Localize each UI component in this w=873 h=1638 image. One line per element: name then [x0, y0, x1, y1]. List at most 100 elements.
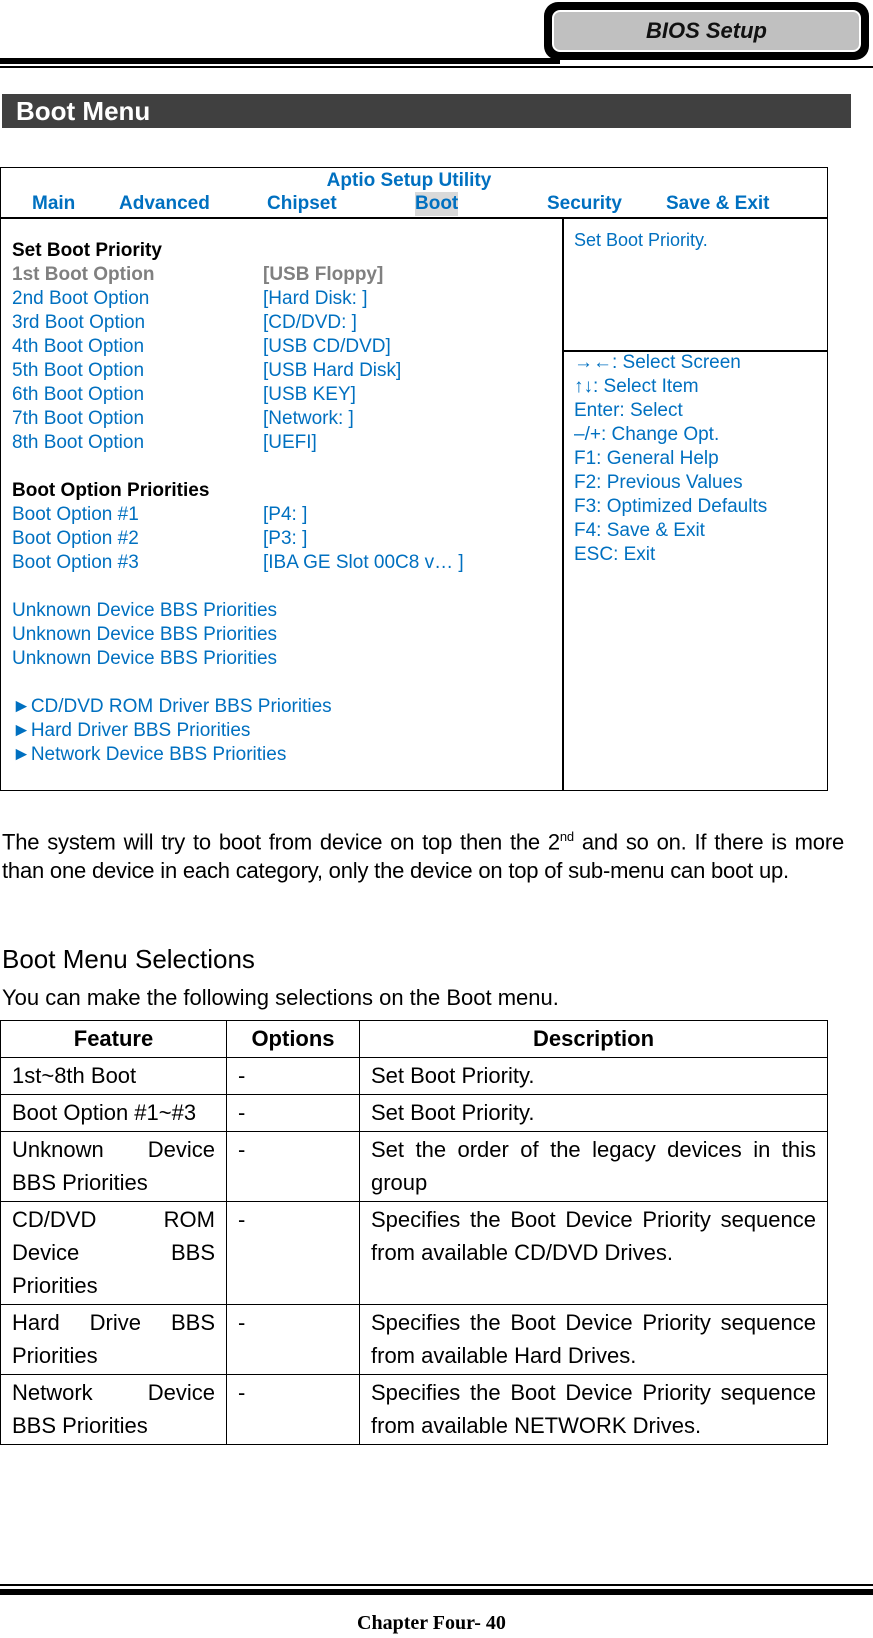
boot-option-row[interactable]: 8th Boot Option [UEFI] [12, 431, 557, 455]
boot-option-label: 1st Boot Option [12, 264, 155, 285]
submenu-label: Hard Driver BBS Priorities [30, 720, 251, 741]
submenu-cd-dvd[interactable]: ►CD/DVD ROM Driver BBS Priorities [12, 695, 557, 719]
priority-option-value[interactable]: [IBA GE Slot 00C8 v… ] [263, 551, 464, 575]
tab-save-exit[interactable]: Save & Exit [666, 192, 770, 216]
boot-option-row[interactable]: 5th Boot Option [USB Hard Disk] [12, 359, 557, 383]
bios-divider-horizontal [1, 217, 827, 219]
priority-option-label: Boot Option #3 [12, 552, 139, 573]
table-row: Network Device BBS Priorities - Specifie… [0, 1374, 828, 1445]
boot-option-label: 4th Boot Option [12, 336, 145, 357]
cell-description: Specifies the Boot Device Priority seque… [359, 1201, 828, 1305]
cell-options: - [226, 1094, 360, 1132]
paragraph-superscript: nd [559, 829, 574, 844]
submenu-arrow-icon: ► [12, 696, 31, 717]
header-rule-thick [0, 58, 560, 64]
priority-option-row[interactable]: Boot Option #1 [P4: ] [12, 503, 557, 527]
cell-options: - [226, 1201, 360, 1305]
cell-description: Set Boot Priority. [359, 1094, 828, 1132]
key-help-item: F1: General Help [574, 448, 719, 469]
table-header-row: Feature Options Description [0, 1020, 828, 1058]
header-tab: BIOS Setup [544, 2, 869, 60]
key-help-item: ESC: Exit [574, 544, 656, 565]
key-help-item: F2: Previous Values [574, 472, 743, 493]
boot-option-label: 6th Boot Option [12, 384, 145, 405]
submenu-arrow-icon: ► [12, 744, 31, 765]
boot-option-row[interactable]: 2nd Boot Option [Hard Disk: ] [12, 287, 557, 311]
priority-option-row[interactable]: Boot Option #2 [P3: ] [12, 527, 557, 551]
bios-settings-panel: Set Boot Priority 1st Boot Option [USB F… [12, 239, 557, 767]
cell-description: Specifies the Boot Device Priority seque… [359, 1304, 828, 1375]
submenu-network[interactable]: ►Network Device BBS Priorities [12, 743, 557, 767]
boot-option-value[interactable]: [Network: ] [263, 407, 354, 431]
boot-option-value[interactable]: [UEFI] [263, 431, 317, 455]
page-number: Chapter Four- 40 [357, 1612, 506, 1634]
boot-option-value[interactable]: [USB KEY] [263, 383, 356, 407]
selections-heading: Boot Menu Selections [2, 944, 255, 974]
boot-option-row[interactable]: 4th Boot Option [USB CD/DVD] [12, 335, 557, 359]
boot-option-row[interactable]: 7th Boot Option [Network: ] [12, 407, 557, 431]
cell-description: Specifies the Boot Device Priority seque… [359, 1374, 828, 1445]
tab-advanced[interactable]: Advanced [119, 192, 210, 216]
boot-option-label: 7th Boot Option [12, 408, 145, 429]
cell-options: - [226, 1304, 360, 1375]
cell-feature: 1st~8th Boot [0, 1057, 227, 1095]
key-help-item: –/+: Change Opt. [574, 424, 720, 445]
key-help-item: F4: Save & Exit [574, 520, 705, 541]
cell-description: Set the order of the legacy devices in t… [359, 1131, 828, 1202]
boot-option-value[interactable]: [USB CD/DVD] [263, 335, 391, 359]
selections-table: Feature Options Description 1st~8th Boot… [0, 1020, 828, 1445]
table-row: 1st~8th Boot - Set Boot Priority. [0, 1057, 828, 1095]
priority-option-value[interactable]: [P3: ] [263, 527, 307, 551]
unknown-device-item[interactable]: Unknown Device BBS Priorities [12, 623, 557, 647]
boot-option-priorities-heading: Boot Option Priorities [12, 480, 210, 501]
bios-utility-title: Aptio Setup Utility [326, 170, 492, 191]
header-rule-thin [0, 66, 873, 68]
boot-order-paragraph: The system will try to boot from device … [2, 822, 844, 885]
paragraph-text: The system will try to boot from device … [2, 829, 560, 855]
boot-option-label: 3rd Boot Option [12, 312, 146, 333]
key-help-item: →←: Select Screen [574, 352, 741, 373]
selections-intro: You can make the following selections on… [2, 985, 559, 1010]
tab-boot[interactable]: Boot [415, 192, 459, 216]
submenu-hard-driver[interactable]: ►Hard Driver BBS Priorities [12, 719, 557, 743]
column-header-description: Description [359, 1020, 828, 1058]
priority-option-label: Boot Option #2 [12, 528, 139, 549]
submenu-label: CD/DVD ROM Driver BBS Priorities [30, 696, 332, 717]
tab-chipset[interactable]: Chipset [267, 192, 337, 216]
cell-description: Set Boot Priority. [359, 1057, 828, 1095]
boot-option-row[interactable]: 3rd Boot Option [CD/DVD: ] [12, 311, 557, 335]
cell-feature: Network Device BBS Priorities [0, 1374, 227, 1445]
boot-option-value[interactable]: [Hard Disk: ] [263, 287, 368, 311]
unknown-device-item[interactable]: Unknown Device BBS Priorities [12, 599, 557, 623]
boot-option-value[interactable]: [CD/DVD: ] [263, 311, 357, 335]
tab-main[interactable]: Main [32, 192, 75, 216]
unknown-device-item[interactable]: Unknown Device BBS Priorities [12, 647, 557, 671]
priority-option-row[interactable]: Boot Option #3 [IBA GE Slot 00C8 v… ] [12, 551, 557, 575]
boot-option-value[interactable]: [USB Floppy] [263, 263, 383, 287]
footer-rule-thin [0, 1584, 873, 1586]
submenu-label: Network Device BBS Priorities [30, 744, 287, 765]
footer-rule-thick [0, 1589, 873, 1595]
priority-option-value[interactable]: [P4: ] [263, 503, 307, 527]
boot-option-value[interactable]: [USB Hard Disk] [263, 359, 401, 383]
boot-option-label: 2nd Boot Option [12, 288, 150, 309]
set-boot-priority-heading: Set Boot Priority [12, 240, 162, 261]
cell-options: - [226, 1374, 360, 1445]
column-header-options: Options [226, 1020, 360, 1058]
key-help-item: Enter: Select [574, 400, 683, 421]
key-help-item: ↑↓: Select Item [574, 376, 699, 397]
tab-security[interactable]: Security [547, 192, 622, 216]
bios-screen: Aptio Setup Utility Main Advanced Chipse… [0, 167, 828, 791]
boot-option-label: 8th Boot Option [12, 432, 145, 453]
cell-options: - [226, 1131, 360, 1202]
submenu-arrow-icon: ► [12, 720, 31, 741]
header-tab-label: BIOS Setup [550, 8, 863, 54]
boot-option-row[interactable]: 6th Boot Option [USB KEY] [12, 383, 557, 407]
cell-feature: Unknown Device BBS Priorities [0, 1131, 227, 1202]
table-row: Hard Drive BBS Priorities - Specifies th… [0, 1304, 828, 1375]
bios-tab-bar: Main Advanced Chipset Boot Security Save… [1, 192, 827, 216]
cell-feature: CD/DVD ROM Device BBS Priorities [0, 1201, 227, 1305]
boot-option-row[interactable]: 1st Boot Option [USB Floppy] [12, 263, 557, 287]
